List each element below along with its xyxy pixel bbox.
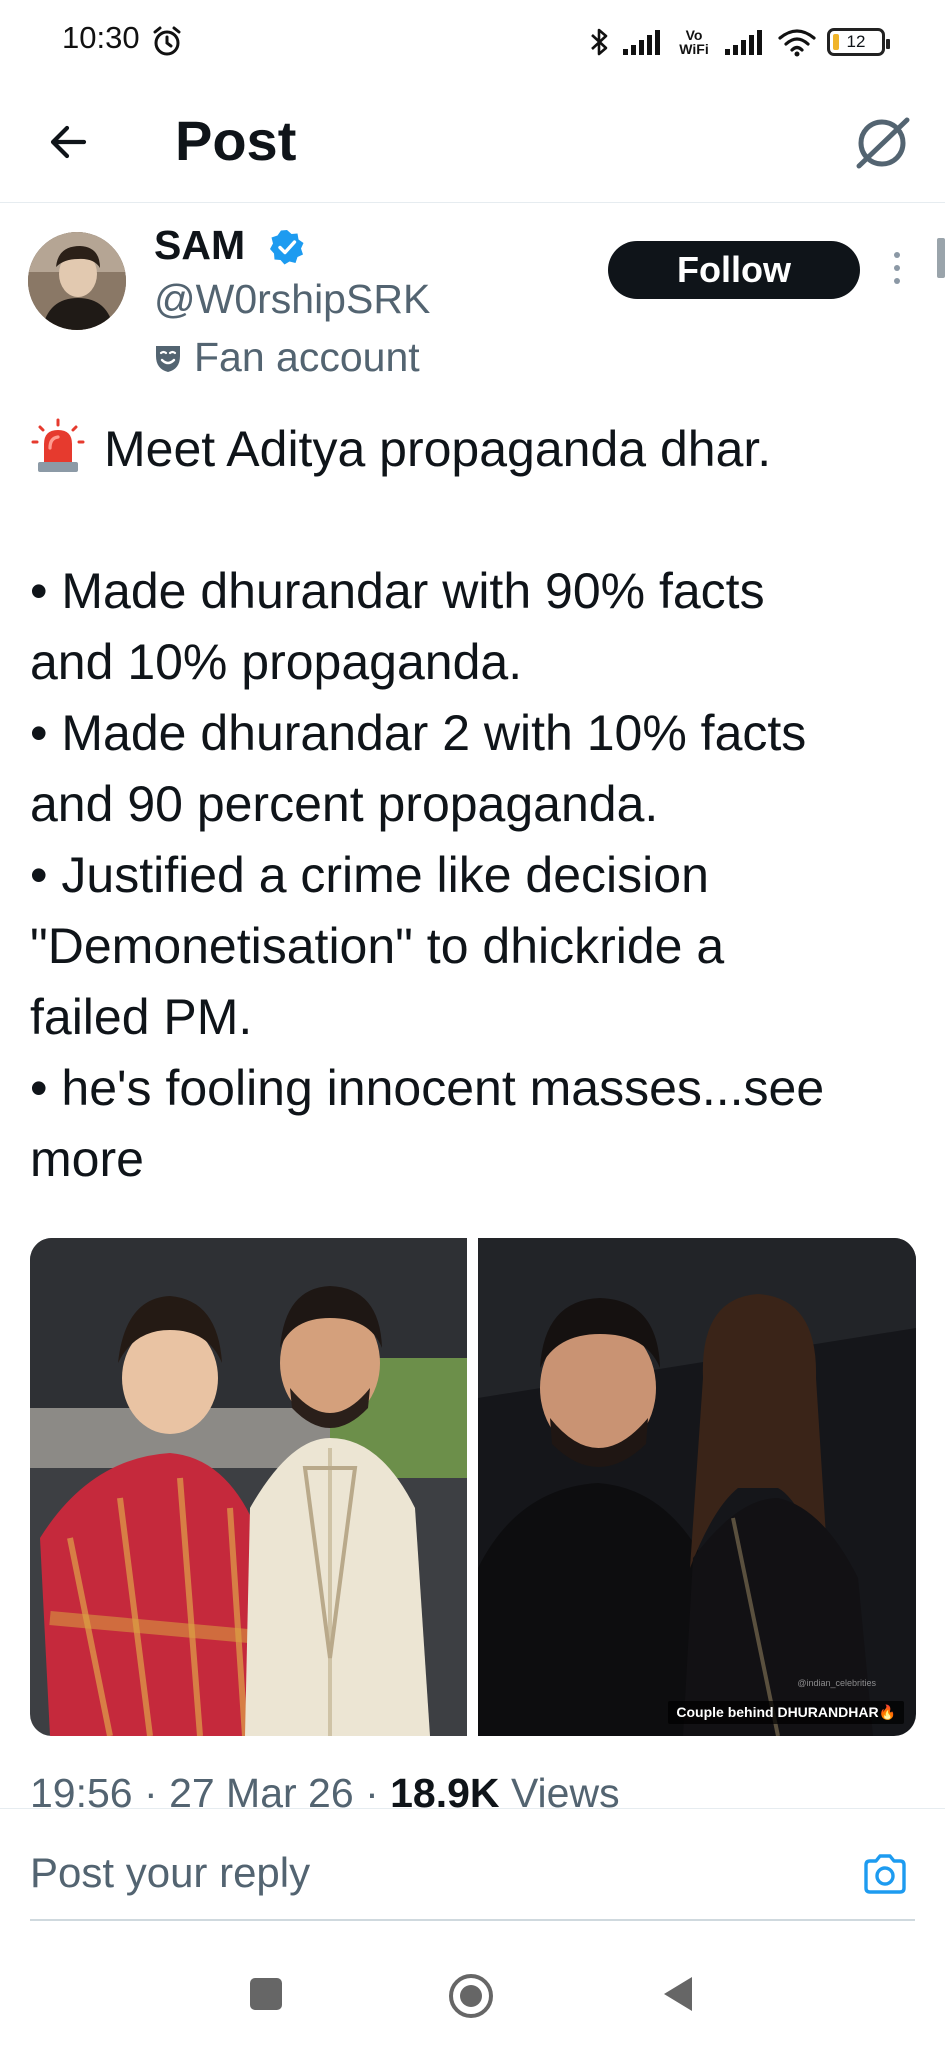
alarm-icon: [153, 26, 181, 56]
signal-icon: [623, 30, 660, 55]
post-text: Meet Aditya propaganda dhar. • Made dhur…: [30, 414, 920, 1195]
follow-button[interactable]: Follow: [608, 241, 860, 299]
grok-icon[interactable]: [849, 110, 915, 176]
reply-underline: [30, 1919, 915, 1921]
wifi-icon: [778, 29, 816, 57]
system-nav-bar: [0, 1958, 945, 2048]
signal-icon-2: [725, 30, 762, 55]
battery-level: 12: [846, 32, 866, 51]
media-watermark: @indian_celebrities: [797, 1678, 876, 1688]
post-line: • Made dhurandar 2 with 10% facts: [30, 705, 807, 761]
recents-icon[interactable]: [248, 1976, 284, 2012]
avatar[interactable]: [28, 232, 126, 330]
author-handle[interactable]: @W0rshipSRK: [154, 276, 430, 323]
post-line: failed PM.: [30, 989, 253, 1045]
back-arrow-icon[interactable]: [40, 112, 100, 172]
post-line: • Justified a crime like decision: [30, 847, 709, 903]
fan-account-label: Fan account: [154, 334, 420, 381]
siren-icon: [31, 418, 85, 472]
top-bar: Post: [0, 90, 945, 203]
post-line: and 10% propaganda.: [30, 634, 523, 690]
photo-1-image: [30, 1238, 467, 1736]
post-line-text: Meet Aditya propaganda dhar.: [104, 421, 772, 477]
avatar-image: [28, 232, 126, 330]
post-line: "Demonetisation" to dhickride a: [30, 918, 725, 974]
media-photo-1[interactable]: [30, 1238, 467, 1736]
post-line: and 90 percent propaganda.: [30, 776, 659, 832]
media-caption: Couple behind DHURANDHAR🔥: [668, 1701, 904, 1724]
status-icons: Vo WiFi 12: [589, 22, 890, 62]
nav-back-icon[interactable]: [660, 1974, 696, 2014]
verified-badge-icon: [270, 230, 304, 265]
post-media: @indian_celebrities Couple behind DHURAN…: [30, 1238, 916, 1736]
post-line: Meet Aditya propaganda dhar.: [30, 414, 920, 485]
post-line: • Made dhurandar with 90% facts: [30, 563, 765, 619]
see-more-link[interactable]: more: [30, 1124, 920, 1195]
media-photo-2[interactable]: @indian_celebrities Couple behind DHURAN…: [478, 1238, 916, 1736]
page-title: Post: [175, 109, 297, 172]
status-time: 10:30: [62, 20, 140, 55]
scroll-thumb[interactable]: [937, 238, 945, 278]
reply-bar: [0, 1808, 945, 1959]
more-icon[interactable]: [882, 248, 912, 288]
post-line: • he's fooling innocent masses...see: [30, 1060, 825, 1116]
fan-mask-icon: [156, 345, 180, 372]
home-icon[interactable]: [447, 1972, 495, 2020]
fan-account-text: Fan account: [194, 334, 420, 380]
status-bar: 10:30 Vo WiFi 12: [0, 0, 945, 84]
bluetooth-icon: [591, 28, 608, 56]
vowifi-indicator: Vo WiFi: [675, 28, 713, 56]
photo-2-image: [478, 1238, 916, 1736]
camera-icon[interactable]: [862, 1853, 908, 1895]
battery-icon: 12: [827, 28, 890, 56]
vowifi-label: Vo WiFi: [679, 27, 709, 57]
reply-input[interactable]: [30, 1849, 770, 1897]
author-name[interactable]: SAM: [154, 222, 245, 269]
